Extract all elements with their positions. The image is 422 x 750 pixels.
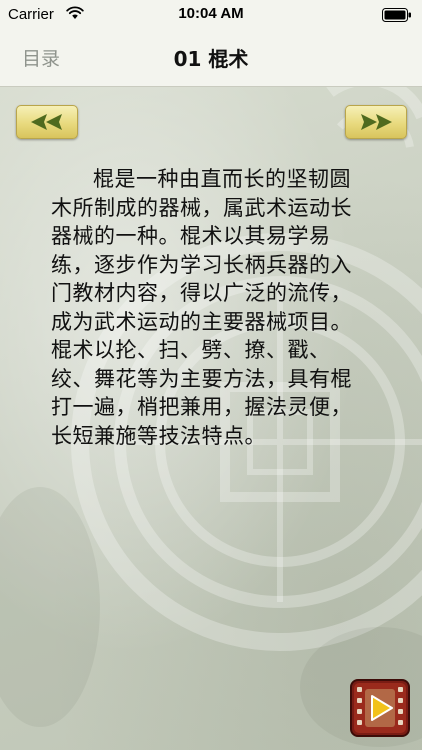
next-page-button[interactable] xyxy=(345,105,407,139)
article-text: 棍是一种由直而长的坚韧圆木所制成的器械，属武术运动长器械的一种。棍术以其易学易练… xyxy=(51,167,352,448)
double-left-arrow-icon xyxy=(31,114,62,130)
play-video-button[interactable] xyxy=(350,679,410,737)
content-area: 棍是一种由直而长的坚韧圆木所制成的器械，属武术运动长器械的一种。棍术以其易学易练… xyxy=(0,87,422,750)
status-bar: Carrier 10:04 AM xyxy=(0,0,422,30)
film-play-icon xyxy=(350,679,410,737)
status-time: 10:04 AM xyxy=(178,5,244,22)
page-title: 01 棍术 xyxy=(173,47,249,71)
navigation-bar: 目录 01 棍术 xyxy=(0,30,422,87)
battery-icon xyxy=(382,8,411,22)
double-right-arrow-icon xyxy=(361,114,392,130)
previous-page-button[interactable] xyxy=(16,105,78,139)
